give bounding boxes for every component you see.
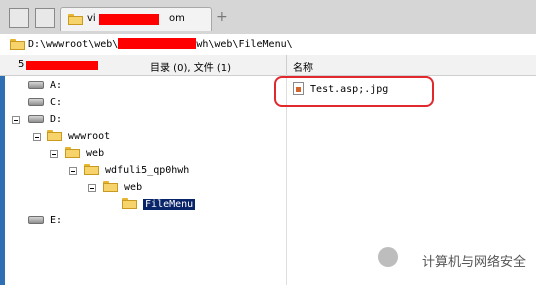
- tree-folder-wdfuli[interactable]: wdfuli5_qp0hwh: [84, 163, 189, 179]
- collapse-icon[interactable]: [69, 167, 77, 175]
- wechat-icon: [378, 247, 398, 267]
- redaction: [26, 61, 98, 70]
- collapse-icon[interactable]: [33, 133, 41, 141]
- tree-folder-wwwroot[interactable]: wwwroot: [47, 129, 110, 145]
- folder-icon: [65, 147, 80, 158]
- column-header: 5 目录 (0), 文件 (1) 名称: [0, 55, 536, 76]
- panel-toggle-icon[interactable]: [9, 8, 29, 28]
- folder-icon: [68, 14, 83, 25]
- folder-icon: [47, 130, 62, 141]
- folder-icon: [10, 39, 25, 50]
- drive-icon: [28, 98, 44, 106]
- collapse-icon[interactable]: [50, 150, 58, 158]
- tree-drive-c[interactable]: C:: [28, 95, 62, 111]
- address-bar[interactable]: D:\wwwroot\web\ wh\web\FileMenu\: [0, 34, 536, 56]
- collapse-icon[interactable]: [12, 116, 20, 124]
- tab-active[interactable]: vi om: [60, 7, 212, 31]
- name-column-header[interactable]: 名称: [293, 59, 313, 74]
- redaction: [99, 14, 159, 25]
- highlight-box: [274, 76, 434, 107]
- tree-folder-web[interactable]: web: [65, 146, 104, 162]
- page-icon[interactable]: [35, 8, 55, 28]
- tree-folder-filemenu[interactable]: FileMenu: [122, 197, 196, 213]
- address-path: D:\wwwroot\web\ wh\web\FileMenu\: [28, 38, 293, 50]
- drive-icon: [28, 81, 44, 89]
- watermark: 计算机与网络安全: [421, 255, 526, 270]
- tab-strip: vi om +: [0, 0, 536, 35]
- dir-file-count: 目录 (0), 文件 (1): [150, 63, 232, 74]
- header-prefix: 5: [18, 59, 25, 70]
- tree-drive-d[interactable]: D:: [28, 112, 62, 128]
- drive-icon: [28, 115, 44, 123]
- tree-drive-e[interactable]: E:: [28, 213, 62, 229]
- new-tab-button[interactable]: +: [216, 9, 228, 25]
- collapse-icon[interactable]: [88, 184, 96, 192]
- tree-folder-web-2[interactable]: web: [103, 180, 142, 196]
- folder-open-icon: [122, 198, 137, 209]
- folder-icon: [84, 164, 99, 175]
- tab-title: vi: [87, 13, 96, 24]
- tree-drive-a[interactable]: A:: [28, 78, 62, 94]
- drive-icon: [28, 216, 44, 224]
- folder-icon: [103, 181, 118, 192]
